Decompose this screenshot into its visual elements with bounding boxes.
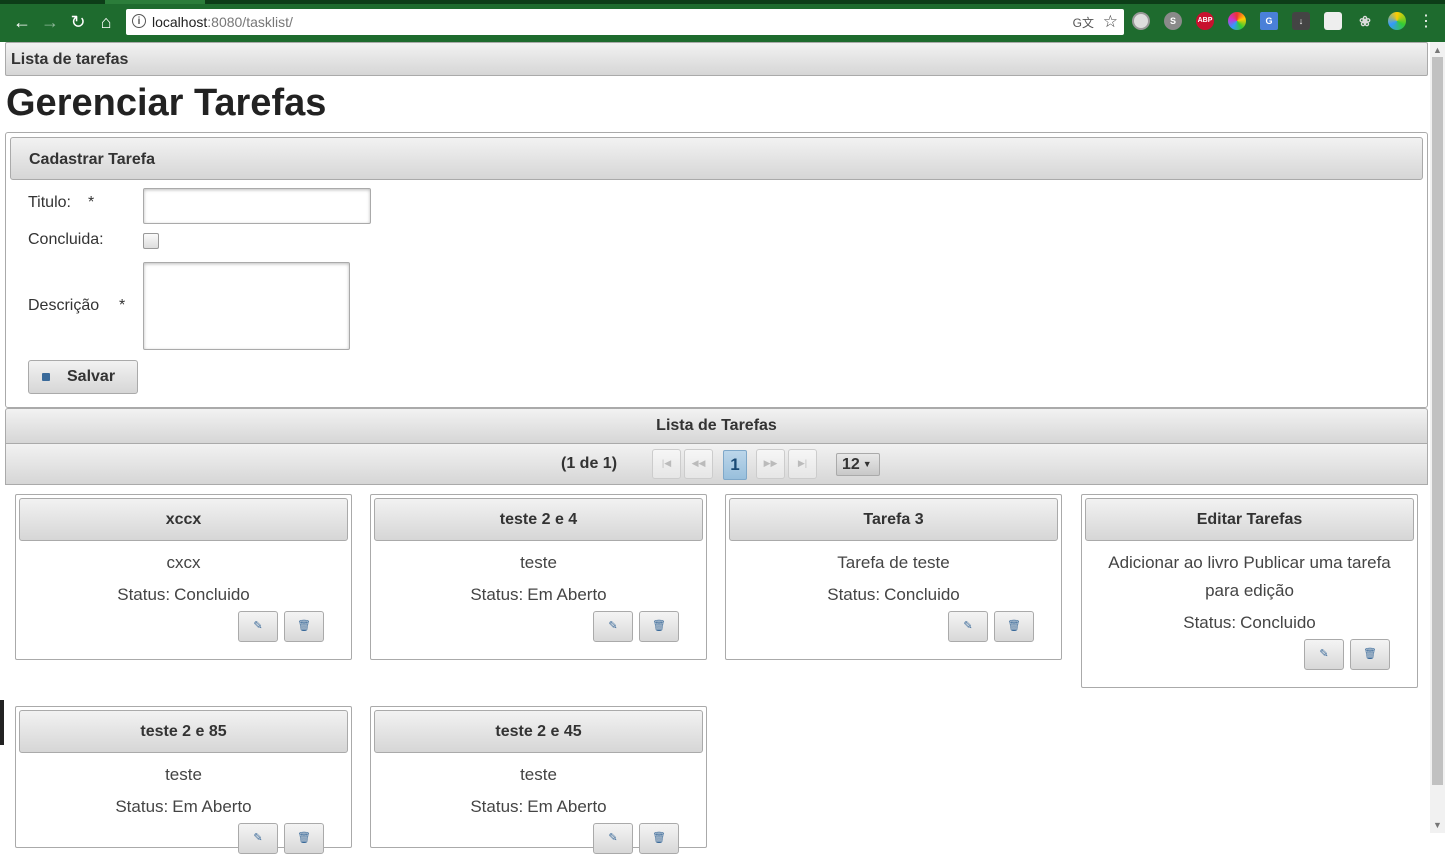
task-form-title: Cadastrar Tarefa xyxy=(29,151,155,168)
app-topbar-title: Lista de tarefas xyxy=(11,51,129,68)
browser-toolbar: ← → ↻ ⌂ i localhost:8080/tasklist/ G文 ☆ … xyxy=(0,0,1445,42)
edit-pencil-icon[interactable]: ✎ xyxy=(1304,639,1344,670)
task-card-title: Tarefa 3 xyxy=(729,498,1058,541)
page-content: Lista de tarefas Gerenciar Tarefas Cadas… xyxy=(5,42,1428,854)
title-label: Titulo: xyxy=(28,194,71,211)
title-required-mark: * xyxy=(88,194,95,211)
address-url[interactable]: localhost:8080/tasklist/ xyxy=(152,14,293,30)
task-card-status: Status: Em Aberto xyxy=(115,797,252,816)
flower-icon[interactable]: ❀ xyxy=(1356,12,1374,30)
download-icon[interactable]: ↓ xyxy=(1292,12,1310,30)
edit-pencil-icon[interactable]: ✎ xyxy=(593,611,633,642)
task-card: teste 2 e 45 teste Status: Em Aberto ✎ 🗑 xyxy=(370,706,707,854)
description-label: Descrição xyxy=(28,297,100,314)
delete-trash-icon[interactable]: 🗑 xyxy=(994,611,1034,642)
translate-icon[interactable]: G文 xyxy=(1073,14,1094,31)
task-card-title: teste 2 e 4 xyxy=(374,498,703,541)
task-card-status: Status: Em Aberto xyxy=(470,797,607,816)
tab-strip xyxy=(0,0,1445,4)
edit-pencil-icon[interactable]: ✎ xyxy=(238,823,278,854)
task-card: xccx cxcx Status: Concluido ✎ 🗑 xyxy=(15,494,352,660)
extension-s-icon[interactable]: S xyxy=(1164,12,1182,30)
previous-page-icon[interactable]: ◀◀ xyxy=(684,449,713,479)
bookmark-star-icon[interactable]: ☆ xyxy=(1103,12,1118,32)
rows-per-page-select[interactable]: 12 ▼ xyxy=(836,453,880,476)
first-page-icon[interactable]: |◀ xyxy=(652,449,681,479)
delete-trash-icon[interactable]: 🗑 xyxy=(639,823,679,854)
task-list-title: Lista de Tarefas xyxy=(656,417,777,434)
address-bar[interactable]: i localhost:8080/tasklist/ G文 ☆ xyxy=(126,9,1124,35)
page-number-button[interactable]: 1 xyxy=(723,450,747,480)
cube-icon[interactable] xyxy=(1324,12,1342,30)
task-card-title: Editar Tarefas xyxy=(1085,498,1414,541)
save-button-label: Salvar xyxy=(67,368,116,385)
delete-trash-icon[interactable]: 🗑 xyxy=(284,611,324,642)
task-card-description: Tarefa de teste xyxy=(837,553,950,572)
task-card-status: Status: Concluido xyxy=(1183,613,1316,632)
page-title: Gerenciar Tarefas xyxy=(6,82,327,124)
task-card-description: teste xyxy=(520,765,557,784)
task-card-title: teste 2 e 45 xyxy=(374,710,703,753)
edit-pencil-icon[interactable]: ✎ xyxy=(238,611,278,642)
task-list-header: Lista de Tarefas xyxy=(5,408,1428,444)
reload-icon[interactable]: ↻ xyxy=(66,10,90,34)
task-card-status: Status: Em Aberto xyxy=(470,585,607,604)
save-button[interactable]: Salvar xyxy=(28,360,138,394)
delete-trash-icon[interactable]: 🗑 xyxy=(284,823,324,854)
task-card: Tarefa 3 Tarefa de teste Status: Concluid… xyxy=(725,494,1062,660)
task-card: teste 2 e 4 teste Status: Em Aberto ✎ 🗑 xyxy=(370,494,707,660)
next-page-icon[interactable]: ▶▶ xyxy=(756,449,785,479)
active-tab-edge[interactable] xyxy=(105,0,205,4)
home-icon[interactable]: ⌂ xyxy=(94,10,118,34)
task-card: Editar Tarefas Adicionar ao livro Public… xyxy=(1081,494,1418,688)
description-required-mark: * xyxy=(119,297,126,314)
google-translate-icon[interactable]: G xyxy=(1260,12,1278,30)
delete-trash-icon[interactable]: 🗑 xyxy=(639,611,679,642)
scroll-down-icon[interactable]: ▼ xyxy=(1433,820,1442,830)
task-card-title: xccx xyxy=(19,498,348,541)
chevron-down-icon: ▼ xyxy=(862,459,872,469)
description-textarea[interactable] xyxy=(143,262,350,350)
task-form-panel: Cadastrar Tarefa Titulo: * Concluida: De… xyxy=(5,132,1428,408)
task-form-header[interactable]: Cadastrar Tarefa xyxy=(10,137,1423,180)
color-picker-icon[interactable] xyxy=(1228,12,1246,30)
edit-pencil-icon[interactable]: ✎ xyxy=(948,611,988,642)
scroll-up-icon[interactable]: ▲ xyxy=(1433,45,1442,55)
scrollbar-thumb[interactable] xyxy=(1432,57,1443,785)
adblock-icon[interactable]: ABP xyxy=(1196,12,1214,30)
task-card-description: cxcx xyxy=(166,553,201,572)
paginator: (1 de 1) |◀ ◀◀ 1 ▶▶ ▶| 12 ▼ xyxy=(5,443,1428,485)
site-info-icon[interactable]: i xyxy=(132,14,146,28)
page-scrollbar[interactable]: ▲ ▼ xyxy=(1430,42,1445,833)
task-card-description: teste xyxy=(165,765,202,784)
browser-menu-icon[interactable]: ⋮ xyxy=(1416,10,1436,34)
task-card-title: teste 2 e 85 xyxy=(19,710,348,753)
pen-extension-icon[interactable] xyxy=(1388,12,1406,30)
delete-trash-icon[interactable]: 🗑 xyxy=(1350,639,1390,670)
window-edge xyxy=(0,700,4,745)
last-page-icon[interactable]: ▶| xyxy=(788,449,817,479)
page-report: (1 de 1) xyxy=(561,455,618,472)
back-arrow-icon[interactable]: ← xyxy=(10,10,34,34)
save-disk-icon xyxy=(42,373,50,381)
done-checkbox[interactable] xyxy=(143,233,159,249)
task-card-status: Status: Concluido xyxy=(827,585,960,604)
done-label: Concluida: xyxy=(28,231,104,248)
task-card: teste 2 e 85 teste Status: Em Aberto ✎ 🗑 xyxy=(15,706,352,854)
app-topbar: Lista de tarefas xyxy=(5,42,1428,76)
forward-arrow-icon[interactable]: → xyxy=(38,10,62,34)
title-input[interactable] xyxy=(143,188,371,224)
extension-circle-icon[interactable] xyxy=(1132,12,1150,30)
task-card-description: Adicionar ao livro Publicar uma tarefa p… xyxy=(1108,553,1391,600)
task-card-description: teste xyxy=(520,553,557,572)
edit-pencil-icon[interactable]: ✎ xyxy=(593,823,633,854)
task-card-status: Status: Concluido xyxy=(117,585,250,604)
